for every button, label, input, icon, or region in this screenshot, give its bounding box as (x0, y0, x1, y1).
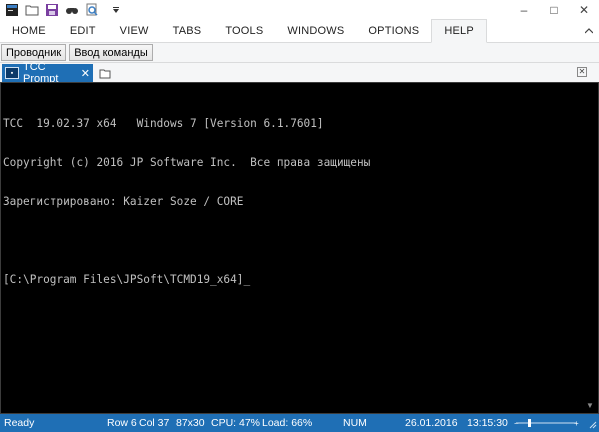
menu-help[interactable]: HELP (431, 19, 487, 43)
svg-text:+: + (574, 419, 579, 428)
command-input-button[interactable]: Ввод команды (69, 44, 153, 61)
zoom-slider[interactable]: − + (514, 418, 580, 431)
tabstrip-close-icon[interactable]: ✕ (577, 67, 587, 77)
console-icon: ▪ (5, 67, 19, 79)
save-icon[interactable] (44, 2, 60, 18)
console-line: Copyright (c) 2016 JP Software Inc. Все … (3, 156, 371, 169)
new-tab-icon[interactable] (99, 64, 111, 82)
ribbon-collapse-icon[interactable] (584, 26, 594, 37)
console-output: TCC 19.02.37 x64 Windows 7 [Version 6.1.… (3, 91, 370, 312)
status-bar: Ready Row 6 Col 37 87x30 CPU: 47% Load: … (0, 414, 599, 432)
status-ready: Ready (4, 417, 35, 429)
folder-icon[interactable] (24, 2, 40, 18)
status-size: 87x30 (176, 417, 205, 429)
status-col: Col 37 (139, 417, 170, 429)
menu-tabs[interactable]: TABS (161, 20, 214, 42)
status-time: 13:15:30 (467, 417, 508, 429)
ribbon-menu: HOME EDIT VIEW TABS TOOLS WINDOWS OPTION… (0, 19, 599, 43)
app-icon[interactable] (4, 2, 20, 18)
status-row: Row 6 (107, 417, 137, 429)
search-icon[interactable] (84, 2, 100, 18)
minimize-button[interactable]: – (509, 0, 539, 20)
title-bar: – □ ✕ (0, 0, 599, 20)
menu-windows[interactable]: WINDOWS (275, 20, 356, 42)
console-window[interactable]: TCC 19.02.37 x64 Windows 7 [Version 6.1.… (0, 82, 599, 414)
menu-edit[interactable]: EDIT (58, 20, 108, 42)
console-prompt: [C:\Program Files\JPSoft\TCMD19_x64]_ (3, 273, 251, 286)
maximize-button[interactable]: □ (539, 0, 569, 20)
tab-strip: ▪ TCC Prompt ✕ ✕ (0, 61, 599, 85)
status-num: NUM (343, 417, 367, 429)
resize-grip-icon[interactable] (587, 419, 597, 429)
close-button[interactable]: ✕ (569, 0, 599, 20)
svg-text:−: − (514, 419, 519, 428)
console-line: TCC 19.02.37 x64 Windows 7 [Version 6.1.… (3, 117, 324, 130)
toolbar: Проводник Ввод команды (0, 43, 599, 62)
menu-options[interactable]: OPTIONS (356, 20, 431, 42)
binoculars-icon[interactable] (64, 2, 80, 18)
menu-tools[interactable]: TOOLS (213, 20, 275, 42)
scroll-down-icon[interactable]: ▼ (586, 401, 596, 411)
menu-view[interactable]: VIEW (108, 20, 161, 42)
explorer-button[interactable]: Проводник (1, 44, 67, 61)
status-load: Load: 66% (262, 417, 313, 429)
console-line: Зарегистрировано: Kaizer Soze / CORE (3, 195, 244, 208)
status-cpu: CPU: 47% (211, 417, 261, 429)
status-date: 26.01.2016 (405, 417, 458, 429)
dropdown-arrow-icon[interactable] (108, 2, 124, 18)
tab-tcc-prompt[interactable]: ▪ TCC Prompt ✕ (2, 61, 93, 85)
window-controls: – □ ✕ (509, 0, 599, 20)
menu-home[interactable]: HOME (0, 20, 58, 42)
tab-close-icon[interactable]: ✕ (81, 67, 90, 80)
